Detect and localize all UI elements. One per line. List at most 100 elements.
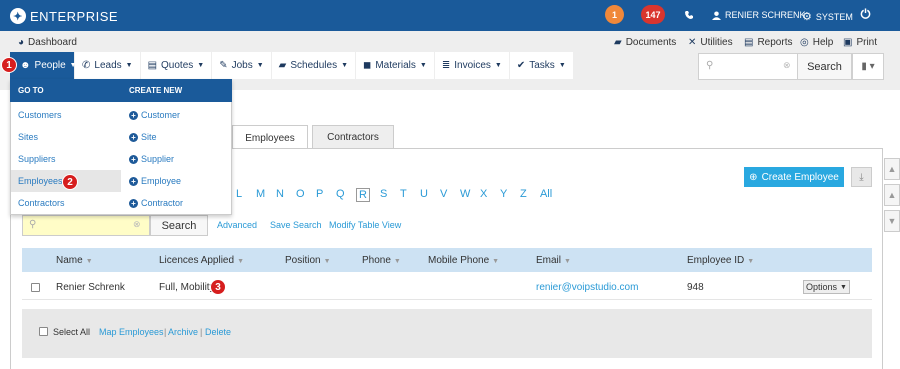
nav-leads[interactable]: ✆ Leads ▼: [75, 52, 140, 79]
archive-link[interactable]: Archive: [168, 327, 198, 337]
goto-employees[interactable]: Employees: [18, 176, 63, 186]
system-menu[interactable]: ⚙ SYSTEM: [802, 10, 853, 23]
nav-people[interactable]: ☻ People ▼: [10, 52, 77, 79]
nav-schedules[interactable]: ▰ Schedules ▼: [271, 52, 356, 79]
row-checkbox[interactable]: [31, 283, 40, 292]
documents-link[interactable]: ▰ Documents: [614, 37, 676, 48]
plus-circle-icon: +: [129, 155, 138, 164]
letter-r[interactable]: R: [356, 188, 370, 202]
notifications-badge[interactable]: 1: [605, 5, 624, 24]
goto-contractors[interactable]: Contractors: [18, 198, 65, 208]
table-row[interactable]: [22, 273, 872, 300]
alphabet-filter: L M N O P Q R S T U V W X Y Z All: [236, 188, 560, 202]
chevron-down-icon: ▼: [125, 62, 133, 69]
export-button[interactable]: ⤓: [851, 167, 872, 187]
nav-materials[interactable]: ◼ Materials ▼: [356, 52, 434, 79]
tab-contractors[interactable]: Contractors: [312, 125, 394, 149]
nav-jobs[interactable]: ✎ Jobs ▼: [212, 52, 271, 79]
scroll-up-button[interactable]: ▲: [884, 184, 900, 206]
letter-n[interactable]: N: [276, 188, 296, 202]
letter-z[interactable]: Z: [520, 188, 540, 202]
goto-suppliers[interactable]: Suppliers: [18, 154, 56, 164]
map-employees-link[interactable]: Map Employees: [99, 327, 164, 337]
col-phone[interactable]: Phone ▼: [362, 255, 401, 266]
chevron-down-icon: ▼: [393, 258, 401, 265]
user-menu[interactable]: RENIER SCHRENK: [712, 10, 806, 20]
print-link[interactable]: ▣ Print: [843, 37, 877, 48]
reports-link[interactable]: ▤ Reports: [744, 37, 792, 48]
help-link[interactable]: ◎ Help: [800, 37, 833, 48]
create-label: Contractor: [141, 198, 184, 208]
employee-search-button[interactable]: Search: [150, 215, 208, 236]
nav-quotes[interactable]: ▤ Quotes ▼: [140, 52, 212, 79]
create-employee[interactable]: + Employee: [129, 176, 181, 186]
select-all-label[interactable]: Select All: [53, 327, 90, 337]
col-name[interactable]: Name ▼: [56, 255, 93, 266]
create-contractor[interactable]: + Contractor: [129, 198, 183, 208]
cell-email[interactable]: renier@voipstudio.com: [536, 282, 638, 293]
delete-link[interactable]: Delete: [205, 327, 231, 337]
create-employee-button[interactable]: ⊕ Create Employee: [744, 167, 844, 187]
letter-p[interactable]: P: [316, 188, 336, 202]
letter-y[interactable]: Y: [500, 188, 520, 202]
advanced-search-link[interactable]: Advanced: [217, 220, 257, 230]
employee-search-input[interactable]: ⚲ ⊗: [22, 215, 150, 236]
clear-icon[interactable]: ⊗: [133, 219, 141, 230]
nav-tasks[interactable]: ✔ Tasks ▼: [509, 52, 573, 79]
select-all-checkbox[interactable]: [39, 327, 48, 336]
col-label: Phone: [362, 255, 391, 266]
create-site[interactable]: + Site: [129, 132, 157, 142]
col-mobile[interactable]: Mobile Phone ▼: [428, 255, 499, 266]
nav-label: Schedules: [290, 60, 338, 71]
global-search-button[interactable]: Search: [797, 53, 852, 80]
goto-customers[interactable]: Customers: [18, 110, 62, 120]
dashboard-link[interactable]: ◕ Dashboard: [18, 37, 77, 48]
scroll-down-button[interactable]: ▼: [884, 210, 900, 232]
plus-circle-icon: +: [129, 133, 138, 142]
col-employee-id[interactable]: Employee ID ▼: [687, 255, 754, 266]
nav-label: Jobs: [231, 60, 253, 71]
bookmark-button[interactable]: ▮ ▾: [852, 53, 884, 80]
letter-m[interactable]: M: [256, 188, 276, 202]
modify-table-view-link[interactable]: Modify Table View: [329, 220, 401, 230]
gear-icon: ⚙: [802, 11, 812, 23]
arrow-up-icon: ▲: [887, 190, 897, 200]
row-options-button[interactable]: Options ▼: [803, 280, 850, 294]
app-logo[interactable]: ✦ ENTERPRISE: [10, 8, 118, 24]
power-icon[interactable]: [860, 8, 871, 19]
letter-o[interactable]: O: [296, 188, 316, 202]
letter-x[interactable]: X: [480, 188, 500, 202]
letter-s[interactable]: S: [380, 188, 400, 202]
col-label: Licences Applied: [159, 255, 235, 266]
goto-sites[interactable]: Sites: [18, 132, 38, 142]
tab-employees[interactable]: Employees: [232, 125, 308, 150]
utilities-link[interactable]: ✕ Utilities: [688, 37, 733, 48]
letter-v[interactable]: V: [440, 188, 460, 202]
nav-label: Quotes: [161, 60, 194, 71]
create-label: Customer: [141, 110, 181, 120]
box-icon: ◼: [363, 60, 372, 71]
letter-w[interactable]: W: [460, 188, 480, 202]
phone-icon[interactable]: [684, 10, 694, 20]
dashboard-icon: ◕: [18, 37, 25, 48]
col-licences[interactable]: Licences Applied ▼: [159, 255, 244, 266]
reports-label: Reports: [757, 37, 793, 48]
col-position[interactable]: Position ▼: [285, 255, 331, 266]
search-icon: ⚲: [706, 60, 714, 71]
clear-icon[interactable]: ⊗: [783, 60, 791, 71]
nav-invoices[interactable]: ≣ Invoices ▼: [434, 52, 509, 79]
letter-u[interactable]: U: [420, 188, 440, 202]
letter-l[interactable]: L: [236, 188, 256, 202]
letter-all[interactable]: All: [540, 188, 560, 202]
create-customer[interactable]: + Customer: [129, 110, 180, 120]
logo-icon: ✦: [10, 8, 26, 24]
create-supplier[interactable]: + Supplier: [129, 154, 174, 164]
scroll-up-button[interactable]: ▲: [884, 158, 900, 180]
save-search-link[interactable]: Save Search: [270, 220, 322, 230]
messages-badge[interactable]: 147: [641, 5, 665, 24]
letter-t[interactable]: T: [400, 188, 420, 202]
col-email[interactable]: Email ▼: [536, 255, 571, 266]
letter-q[interactable]: Q: [336, 188, 356, 202]
documents-label: Documents: [625, 37, 677, 48]
cell-licences: Full, Mobility: [159, 282, 215, 293]
